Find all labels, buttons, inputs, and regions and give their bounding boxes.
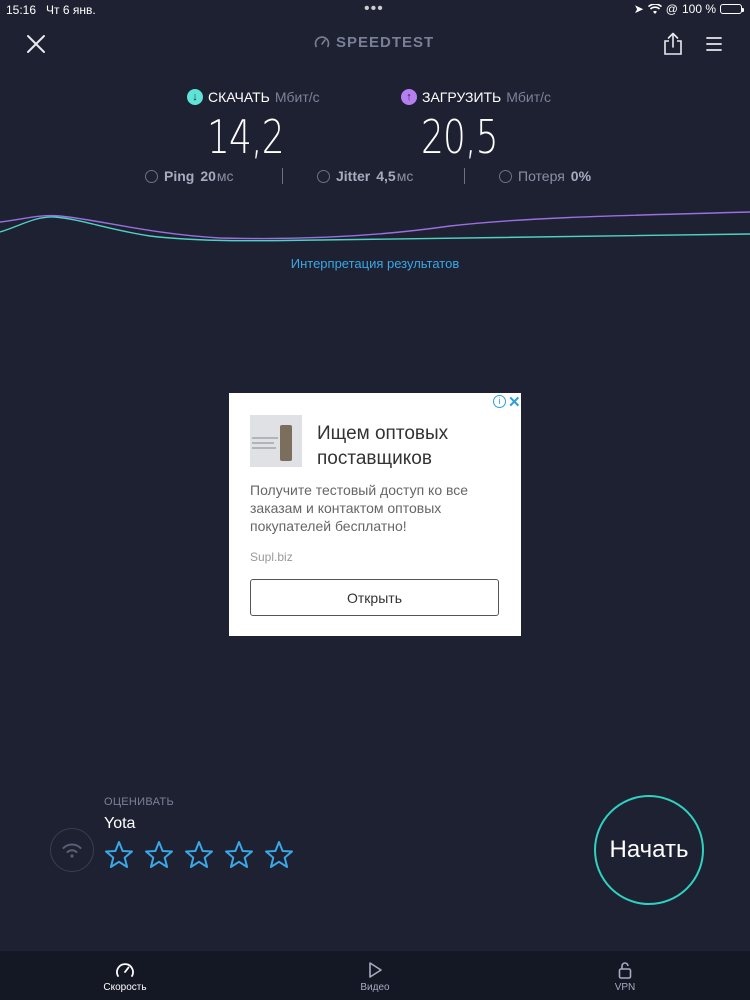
download-title: СКАЧАТЬ [208, 89, 270, 105]
tab-bar: Скорость Видео VPN [0, 951, 750, 1000]
wifi-provider-icon [50, 828, 94, 872]
ad-domain: Supl.biz [250, 550, 293, 564]
loss-label: Потеря [518, 168, 565, 184]
multitasking-dots-icon[interactable]: ••• [364, 0, 384, 18]
battery-icon [720, 4, 744, 14]
tab-video-label: Видео [360, 982, 390, 993]
ad-body: Получите тестовый доступ ко все заказам … [250, 482, 469, 534]
status-indicators: ➤ @ 100 % [633, 2, 744, 16]
star-icon[interactable] [264, 840, 294, 870]
loss-icon [499, 169, 512, 183]
start-button[interactable]: Начать [594, 795, 704, 905]
ping-unit: мс [216, 168, 234, 184]
wifi-icon [62, 843, 82, 858]
rate-label: ОЦЕНИВАТЬ [104, 796, 174, 808]
star-icon[interactable] [224, 840, 254, 870]
divider [282, 168, 283, 184]
jitter-icon [317, 169, 330, 183]
rating-stars[interactable] [104, 840, 294, 870]
lock-icon [618, 962, 632, 979]
download-label: ↓ СКАЧАТЬ Мбит/с [187, 89, 320, 105]
upload-value: 20,5 [421, 110, 499, 164]
star-icon[interactable] [144, 840, 174, 870]
status-date: Чт 6 янв. [46, 3, 96, 17]
tab-video[interactable]: Видео [315, 951, 435, 1000]
download-unit: Мбит/с [274, 89, 320, 105]
tab-vpn-label: VPN [614, 982, 636, 993]
ping-stat: Ping 20 мс [145, 168, 234, 184]
ping-icon [145, 169, 158, 183]
ping-label: Ping [164, 168, 195, 184]
tab-speed-label: Скорость [103, 982, 147, 993]
upload-arrow-icon: ↑ [401, 89, 417, 105]
jitter-label: Jitter [336, 168, 371, 184]
interpretation-link[interactable]: Интерпретация результатов [0, 256, 750, 271]
download-value: 14,2 [207, 110, 285, 164]
battery-percent: 100 % [681, 2, 716, 16]
loss-stat: Потеря 0% [499, 168, 591, 184]
loss-value: 0% [570, 168, 592, 184]
location-icon: ➤ [633, 2, 644, 16]
ad-close-icon[interactable]: ✕ [508, 393, 521, 411]
speedometer-icon [116, 963, 134, 977]
app-title: SPEEDTEST [336, 34, 435, 51]
provider-name: Yota [104, 815, 136, 832]
jitter-value: 4,5 [376, 168, 396, 184]
jitter-stat: Jitter 4,5 мс [317, 168, 413, 184]
upload-title: ЗАГРУЗИТЬ [422, 89, 502, 105]
ad-image [250, 415, 302, 467]
upload-unit: Мбит/с [506, 89, 552, 105]
tab-vpn[interactable]: VPN [565, 951, 685, 1000]
at-icon: @ [665, 2, 678, 16]
tab-speed[interactable]: Скорость [65, 951, 185, 1000]
speedtest-logo: SPEEDTEST [314, 34, 434, 51]
divider [464, 168, 465, 184]
download-graph-line [0, 216, 750, 242]
status-time: 15:16 [6, 3, 37, 17]
ad-open-button[interactable]: Открыть [250, 579, 499, 616]
speedometer-logo-icon [314, 35, 330, 47]
speed-graph [0, 211, 750, 242]
play-icon [369, 962, 382, 978]
ad-banner[interactable]: Ищем оптовых поставщиков Получите тестов… [229, 393, 521, 636]
share-icon[interactable] [662, 32, 684, 56]
upload-label: ↑ ЗАГРУЗИТЬ Мбит/с [401, 89, 551, 105]
wifi-status-icon [647, 3, 662, 14]
ad-info-icon[interactable]: i [493, 395, 506, 408]
star-icon[interactable] [104, 840, 134, 870]
close-icon[interactable] [24, 32, 48, 56]
download-arrow-icon: ↓ [187, 89, 203, 105]
upload-graph-line [0, 211, 750, 240]
ad-title[interactable]: Ищем оптовых поставщиков [317, 421, 507, 471]
menu-icon[interactable] [705, 36, 723, 52]
star-icon[interactable] [184, 840, 214, 870]
jitter-unit: мс [396, 168, 414, 184]
ping-value: 20 [200, 168, 216, 184]
